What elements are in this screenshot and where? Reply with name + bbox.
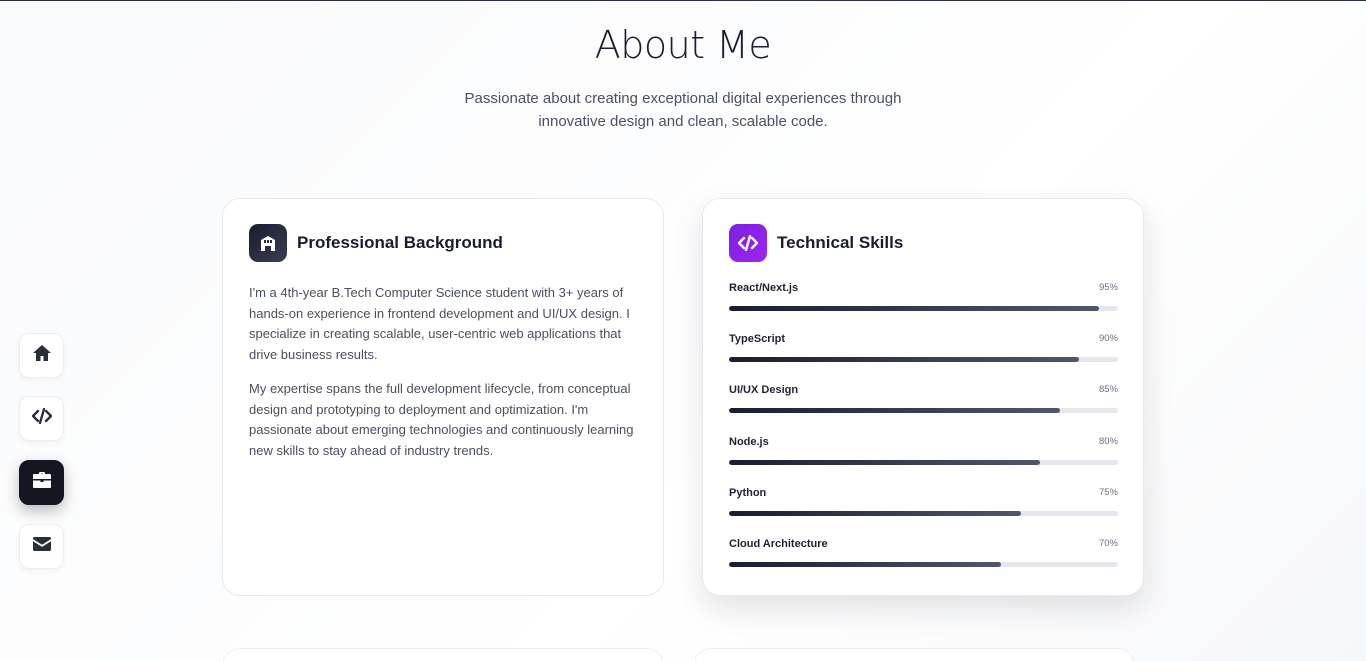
professional-background-card: Professional Background I'm a 4th-year B…	[222, 198, 664, 596]
skill-row: React/Next.js 95%	[729, 282, 1118, 333]
skill-name: TypeScript	[729, 333, 786, 346]
code-icon	[729, 224, 767, 262]
skill-row: Node.js 80%	[729, 436, 1118, 487]
skill-progress-track	[729, 561, 1118, 567]
skill-progress-fill	[729, 459, 1041, 465]
bio-paragraph-2: My expertise spans the full development …	[249, 381, 634, 458]
skill-row: Cloud Architecture 70%	[729, 538, 1118, 589]
code-icon	[31, 407, 52, 429]
nav-mail-button[interactable]	[19, 524, 64, 569]
skill-progress-track	[729, 510, 1118, 516]
side-nav-item	[19, 524, 64, 569]
bio-paragraph-1: I'm a 4th-year B.Tech Computer Science s…	[249, 285, 630, 362]
nav-briefcase-button[interactable]	[19, 460, 64, 505]
card-title: Technical Skills	[777, 233, 904, 252]
skill-name: UI/UX Design	[729, 384, 799, 397]
next-card-left	[222, 648, 664, 661]
skill-percent: 85%	[1098, 384, 1118, 396]
skill-progress-fill	[729, 561, 1002, 567]
skill-name: Python	[729, 486, 767, 499]
skill-progress-track	[729, 306, 1118, 311]
skill-name: Node.js	[729, 435, 769, 448]
nav-code-button[interactable]	[19, 396, 64, 441]
mail-icon	[32, 536, 52, 557]
skills-list: React/Next.js 95% TypeScript 90% UI/UX Desig…	[729, 282, 1118, 589]
skill-percent: 95%	[1098, 282, 1118, 293]
skill-percent: 90%	[1098, 333, 1118, 345]
skill-progress-fill	[729, 408, 1060, 414]
technical-skills-card: Technical Skills React/Next.js 95% TypeScr…	[702, 198, 1144, 596]
card-title: Professional Background	[297, 233, 503, 252]
skill-percent: 80%	[1098, 435, 1118, 447]
section-subtitle: Passionate about creating exceptional di…	[464, 90, 902, 130]
nav-home-button[interactable]	[19, 333, 64, 378]
skill-progress-fill	[729, 510, 1021, 516]
side-nav	[19, 333, 64, 378]
skill-progress-track	[729, 408, 1118, 414]
skill-name: Cloud Architecture	[729, 537, 828, 550]
skill-percent: 70%	[1098, 537, 1118, 549]
side-nav-item	[19, 396, 64, 441]
skill-name: React/Next.js	[729, 282, 799, 294]
skill-row: UI/UX Design 85%	[729, 384, 1118, 435]
skill-progress-track	[729, 459, 1118, 465]
next-card-right	[693, 648, 1135, 661]
skill-progress-fill	[729, 306, 1099, 311]
building-icon	[249, 224, 287, 262]
skill-row: Python 75%	[729, 487, 1118, 538]
side-nav-item	[19, 460, 64, 505]
skill-progress-track	[729, 357, 1118, 363]
section-title: About Me	[594, 23, 772, 67]
skill-percent: 75%	[1098, 486, 1118, 498]
skill-row: TypeScript 90%	[729, 333, 1118, 384]
home-icon	[32, 344, 52, 367]
briefcase-icon	[32, 471, 52, 494]
skill-progress-fill	[729, 357, 1080, 363]
